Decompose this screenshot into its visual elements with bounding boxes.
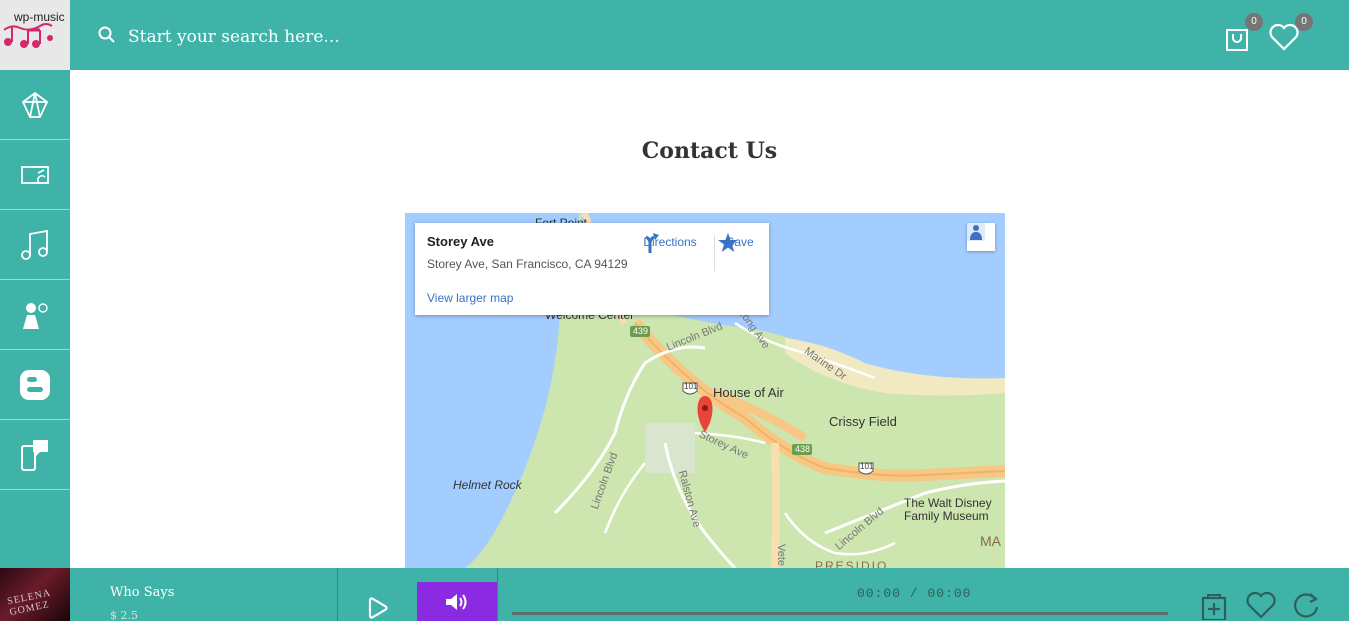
- album-art: SELENA GOMEZ: [0, 568, 70, 621]
- logo-text: wp-music: [14, 10, 65, 24]
- progress-bar[interactable]: [512, 612, 1168, 615]
- play-icon: [368, 597, 388, 619]
- route-101-label-a: 101: [684, 382, 698, 391]
- heart-icon: [1269, 23, 1299, 51]
- track-price: $ 2.5: [110, 609, 138, 622]
- add-to-playlist-button[interactable]: [1200, 590, 1228, 624]
- blogger-icon: [20, 369, 50, 400]
- view-larger-map-link[interactable]: View larger map: [427, 291, 513, 305]
- wishlist-count-badge: 0: [1295, 13, 1313, 31]
- volume-button[interactable]: [417, 582, 497, 621]
- mobile-chat-icon: [21, 439, 48, 471]
- search-input[interactable]: [128, 22, 628, 52]
- map-label-vete: Vete: [775, 543, 788, 567]
- top-header: 0 0: [70, 0, 1349, 70]
- player-divider-2: [497, 568, 498, 621]
- save-button[interactable]: Save: [717, 233, 763, 252]
- site-logo[interactable]: wp-music: [0, 0, 70, 70]
- card-divider: [714, 235, 715, 271]
- page-title: Contact Us: [641, 138, 778, 164]
- map-info-card: Storey Ave Storey Ave, San Francisco, CA…: [415, 223, 769, 315]
- sidebar-item-diamond[interactable]: [0, 70, 70, 140]
- directions-icon: [645, 233, 659, 253]
- time-display: 00:00 / 00:00: [857, 586, 972, 601]
- music-note-icon: [21, 229, 48, 260]
- volume-spacer: [417, 568, 497, 582]
- repeat-button[interactable]: [1291, 590, 1321, 624]
- map-label-walt-disney: The Walt Disney: [904, 496, 992, 510]
- volume-icon: [446, 593, 467, 610]
- star-icon: [718, 233, 738, 252]
- play-button[interactable]: [338, 568, 417, 621]
- sidebar-item-ticket[interactable]: [0, 140, 70, 210]
- sidebar-item-singer[interactable]: [0, 280, 70, 350]
- add-to-cart-icon: [1201, 594, 1227, 622]
- diamond-icon: [21, 91, 49, 118]
- embedded-map[interactable]: Fort Point Welcome Center House of Air C…: [405, 213, 1005, 568]
- like-track-button[interactable]: [1245, 590, 1277, 624]
- map-label-house-of-air: House of Air: [713, 385, 784, 400]
- sidebar: [0, 70, 70, 568]
- sidebar-item-blog[interactable]: [0, 350, 70, 420]
- track-title: Who Says: [110, 585, 175, 600]
- wishlist-button[interactable]: 0: [1268, 13, 1313, 56]
- route-439-label: 439: [633, 326, 649, 336]
- cart-count-badge: 0: [1245, 13, 1263, 31]
- sidebar-item-contact[interactable]: [0, 420, 70, 490]
- heart-outline-icon: [1246, 591, 1276, 619]
- place-name: Storey Ave: [427, 234, 494, 249]
- map-label-presidio: PRESIDIO: [815, 559, 889, 568]
- album-art-text: SELENA GOMEZ: [6, 587, 52, 619]
- map-label-crissy-field: Crissy Field: [829, 414, 897, 429]
- singer-icon: [23, 302, 48, 329]
- route-438-label: 438: [795, 444, 811, 454]
- street-view-button[interactable]: [967, 223, 995, 251]
- place-address: Storey Ave, San Francisco, CA 94129: [427, 257, 628, 271]
- cart-button[interactable]: 0: [1224, 13, 1263, 56]
- directions-button[interactable]: Directions: [639, 233, 701, 253]
- search-icon[interactable]: [98, 26, 116, 44]
- route-101-label-b: 101: [860, 462, 874, 471]
- map-label-family-museum: Family Museum: [904, 509, 989, 523]
- ticket-icon: [21, 165, 49, 184]
- sidebar-item-music[interactable]: [0, 210, 70, 280]
- repeat-icon: [1294, 593, 1319, 618]
- map-label-helmet-rock: Helmet Rock: [453, 478, 522, 492]
- pegman-icon: [967, 223, 985, 241]
- music-player: SELENA GOMEZ Who Says $ 2.5 00:00 / 00:0…: [0, 568, 1349, 624]
- map-label-ma: MA: [980, 533, 1001, 549]
